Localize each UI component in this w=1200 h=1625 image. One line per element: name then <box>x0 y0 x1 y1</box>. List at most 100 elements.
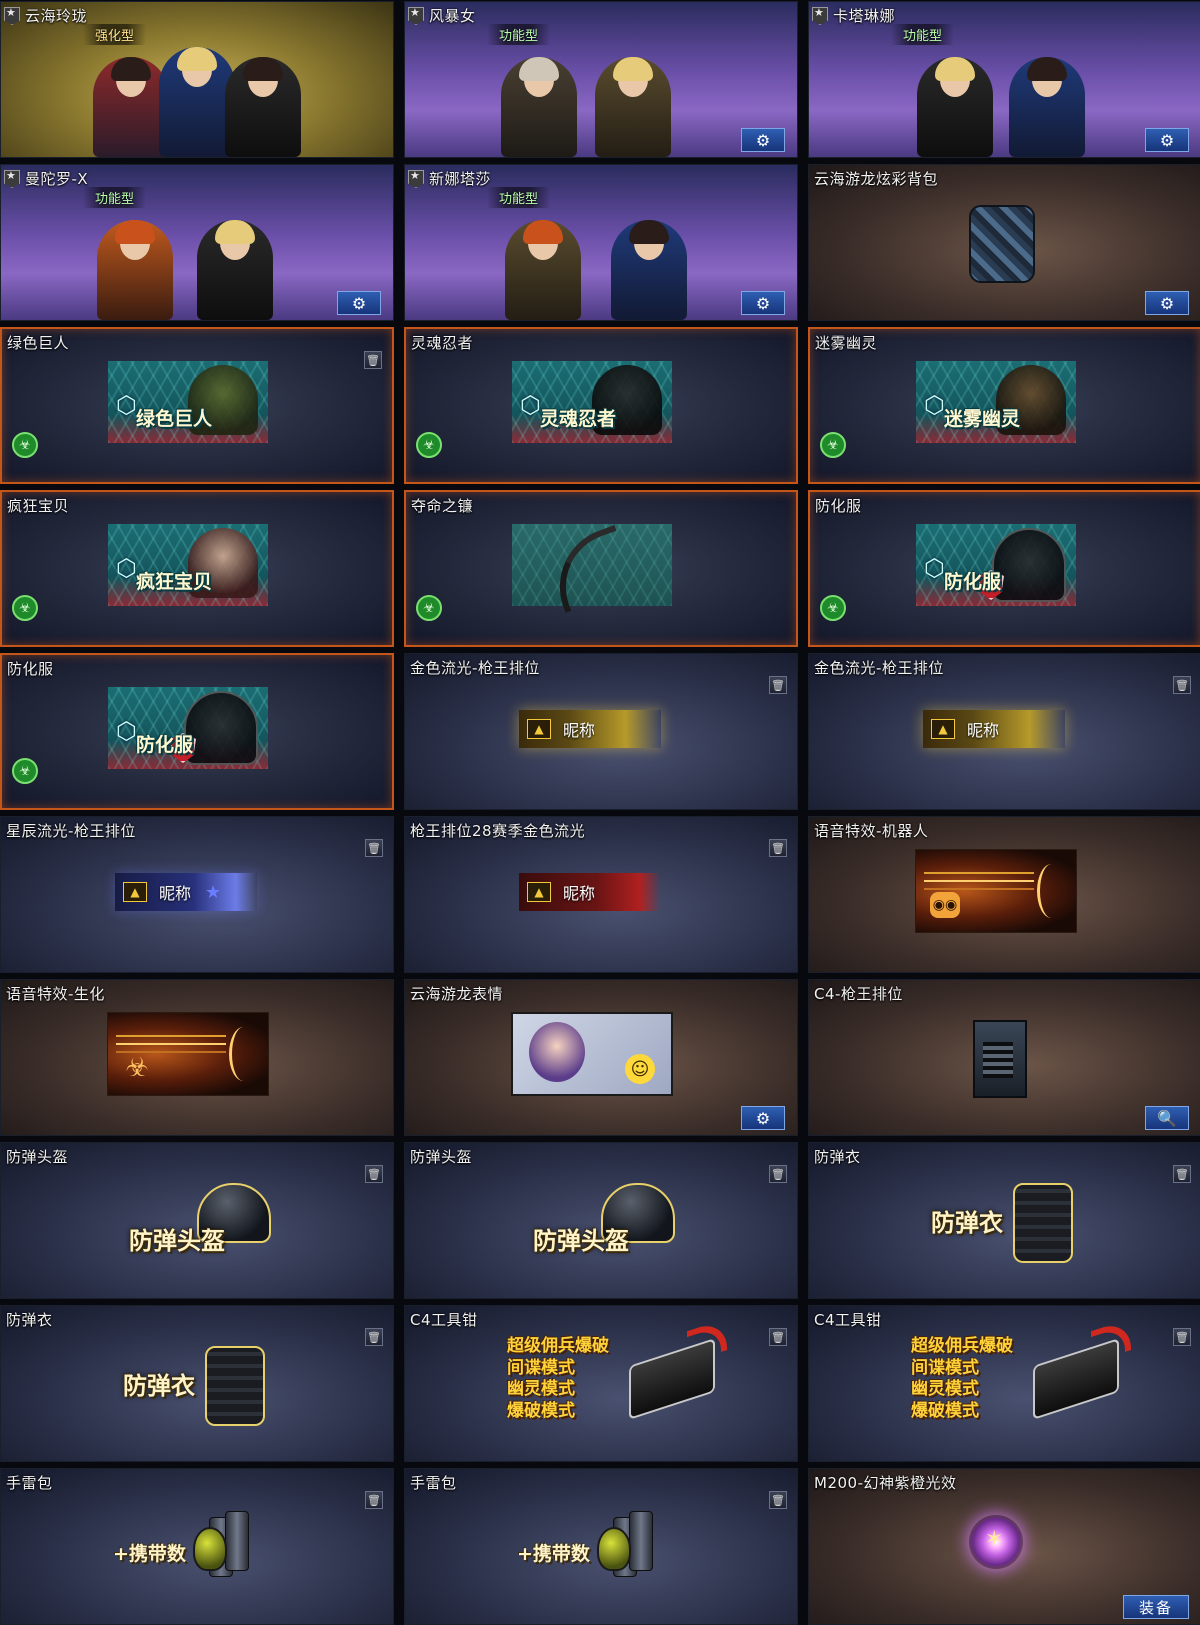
item-card-mandala-x[interactable]: 曼陀罗-X 功能型 ⚙ <box>0 164 394 321</box>
gear-button[interactable]: ⚙ <box>1145 291 1189 315</box>
delete-button[interactable]: 🗑 <box>769 1491 787 1509</box>
delete-button[interactable]: 🗑 <box>1173 1328 1191 1346</box>
gear-icon: ⚙ <box>755 1108 771 1128</box>
gear-button[interactable]: ⚙ <box>741 291 785 315</box>
character-portrait <box>505 220 581 320</box>
item-card-backpack[interactable]: 云海游龙炫彩背包 ⚙ <box>808 164 1200 321</box>
item-card-new-natasha[interactable]: 新娜塔莎 功能型 ⚙ <box>404 164 798 321</box>
item-card-grenade-pack[interactable]: 手雷包 🗑 +携带数 <box>404 1468 798 1625</box>
delete-button[interactable]: 🗑 <box>365 1328 383 1346</box>
character-portraits <box>1 210 393 320</box>
character-portrait <box>97 220 173 320</box>
robot-icon: ◉◉ <box>930 892 960 918</box>
gear-button[interactable]: ⚙ <box>1145 128 1189 152</box>
delete-button[interactable]: 🗑 <box>769 1328 787 1346</box>
item-card-voice-bio[interactable]: 语音特效-生化 ☣ <box>0 979 394 1136</box>
delete-button[interactable]: 🗑 <box>769 1165 787 1183</box>
rank-icon <box>408 7 424 25</box>
character-type-label: 功能型 <box>487 24 551 45</box>
hex-icon: ⬡ <box>520 391 541 419</box>
character-portrait <box>225 57 301 157</box>
item-card-vest[interactable]: 防弹衣 🗑 防弹衣 <box>808 1142 1200 1299</box>
hex-icon: ⬡ <box>116 391 137 419</box>
item-card-vest[interactable]: 防弹衣 🗑 防弹衣 <box>0 1305 394 1462</box>
gear-button[interactable]: ⚙ <box>741 1106 785 1130</box>
hex-icon: ⬡ <box>924 554 945 582</box>
nameplate-text: 昵称 <box>159 884 192 903</box>
game-mode: 间谍模式 <box>507 1357 575 1378</box>
item-art-label: 防弹衣 <box>931 1209 1003 1237</box>
game-modes-list: 超级佣兵爆破 间谍模式 幽灵模式 爆破模式 <box>507 1336 609 1422</box>
equip-button[interactable]: 装备 <box>1123 1595 1189 1619</box>
item-card-gold-nameplate[interactable]: 金色流光-枪王排位 🗑 ▲ 昵称 <box>808 653 1200 810</box>
item-card-helmet[interactable]: 防弹头盔 🗑 防弹头盔 <box>0 1142 394 1299</box>
item-card-star-nameplate[interactable]: 星辰流光-枪王排位 🗑 ▲ 昵称 ★ <box>0 816 394 973</box>
item-card-hazmat-suit[interactable]: 防化服 ⬡ 防化服 ☣ <box>0 653 394 810</box>
item-card-mist-ghost[interactable]: 迷雾幽灵 ⬡ 迷雾幽灵 ☣ <box>808 327 1200 484</box>
item-card-c4-pliers[interactable]: C4工具钳 🗑 超级佣兵爆破 间谍模式 幽灵模式 爆破模式 <box>808 1305 1200 1462</box>
sparkle-icon: ✶ <box>985 1527 1004 1552</box>
trash-icon: 🗑 <box>1175 1330 1189 1344</box>
scythe-icon <box>543 524 637 614</box>
sound-wave-icon <box>924 880 1034 882</box>
item-card-emote[interactable]: 云海游龙表情 ☺ ⚙ <box>404 979 798 1136</box>
voice-effect-banner: ◉◉ <box>915 849 1077 933</box>
item-title: 风暴女 <box>429 7 476 25</box>
voice-effect-banner: ☣ <box>107 1012 269 1096</box>
delete-button[interactable]: 🗑 <box>769 839 787 857</box>
trash-icon: 🗑 <box>771 1330 785 1344</box>
cf-logo-icon: ▲ <box>931 719 955 739</box>
item-card-hazmat-suit[interactable]: 防化服 ⬡ 防化服 ☣ <box>808 490 1200 647</box>
item-card-grenade-pack[interactable]: 手雷包 🗑 +携带数 <box>0 1468 394 1625</box>
biohazard-icon: ☣ <box>416 432 442 458</box>
item-title: 新娜塔莎 <box>429 170 492 188</box>
item-card-death-scythe[interactable]: 夺命之镰 ☣ <box>404 490 798 647</box>
trash-icon: 🗑 <box>367 1493 381 1507</box>
gear-icon: ⚙ <box>755 130 771 150</box>
delete-button[interactable]: 🗑 <box>365 839 383 857</box>
item-card-yunhai-linglong[interactable]: 云海玲珑 强化型 <box>0 1 394 158</box>
item-card-m200-effect[interactable]: M200-幻神紫橙光效 ✶ 装备 <box>808 1468 1200 1625</box>
item-card-green-giant[interactable]: 绿色巨人 🗑 ⬡ 绿色巨人 ☣ <box>0 327 394 484</box>
gear-button[interactable]: ⚙ <box>741 128 785 152</box>
item-card-season28-nameplate[interactable]: 枪王排位28赛季金色流光 🗑 ▲ 昵称 <box>404 816 798 973</box>
item-title: 金色流光-枪王排位 <box>814 659 944 677</box>
delete-button[interactable]: 🗑 <box>1173 676 1191 694</box>
item-title: 防弹头盔 <box>6 1148 69 1166</box>
biohazard-icon: ☣ <box>820 432 846 458</box>
item-card-c4-pliers[interactable]: C4工具钳 🗑 超级佣兵爆破 间谍模式 幽灵模式 爆破模式 <box>404 1305 798 1462</box>
search-button[interactable]: 🔍 <box>1145 1106 1189 1130</box>
vest-art <box>1013 1183 1073 1263</box>
character-portraits <box>809 47 1200 157</box>
mutant-banner: ⬡ 疯狂宝贝 <box>108 524 268 606</box>
item-card-gold-nameplate[interactable]: 金色流光-枪王排位 🗑 ▲ 昵称 <box>404 653 798 810</box>
item-card-crazy-baby[interactable]: 疯狂宝贝 ⬡ 疯狂宝贝 ☣ <box>0 490 394 647</box>
item-card-c4-ranked[interactable]: C4-枪王排位 🔍 <box>808 979 1200 1136</box>
emote-preview: ☺ <box>511 1012 673 1096</box>
trash-icon: 🗑 <box>1175 678 1189 692</box>
rank-icon <box>408 170 424 188</box>
item-card-helmet[interactable]: 防弹头盔 🗑 防弹头盔 <box>404 1142 798 1299</box>
trash-icon: 🗑 <box>366 353 380 367</box>
backpack-art <box>969 205 1035 283</box>
item-title: 疯狂宝贝 <box>7 497 70 515</box>
delete-button[interactable]: 🗑 <box>365 1165 383 1183</box>
pliers-art <box>629 1338 715 1420</box>
delete-button[interactable]: 🗑 <box>1173 1165 1191 1183</box>
character-portraits <box>1 47 393 157</box>
delete-button[interactable]: 🗑 <box>769 676 787 694</box>
character-portrait <box>917 57 993 157</box>
vest-art <box>184 691 258 765</box>
item-card-storm-woman[interactable]: 风暴女 功能型 ⚙ <box>404 1 798 158</box>
gear-button[interactable]: ⚙ <box>337 291 381 315</box>
item-card-soul-ninja[interactable]: 灵魂忍者 ⬡ 灵魂忍者 ☣ <box>404 327 798 484</box>
delete-button[interactable]: 🗑 <box>365 1491 383 1509</box>
game-mode: 间谍模式 <box>911 1357 979 1378</box>
item-art-label: 防弹头盔 <box>533 1227 629 1255</box>
item-art-label: 防弹头盔 <box>129 1227 225 1255</box>
delete-button[interactable]: 🗑 <box>364 351 382 369</box>
vest-art <box>992 528 1066 602</box>
item-card-katalina[interactable]: 卡塔琳娜 功能型 ⚙ <box>808 1 1200 158</box>
item-card-voice-robot[interactable]: 语音特效-机器人 ◉◉ <box>808 816 1200 973</box>
item-art-label: +携带数 <box>517 1543 590 1565</box>
